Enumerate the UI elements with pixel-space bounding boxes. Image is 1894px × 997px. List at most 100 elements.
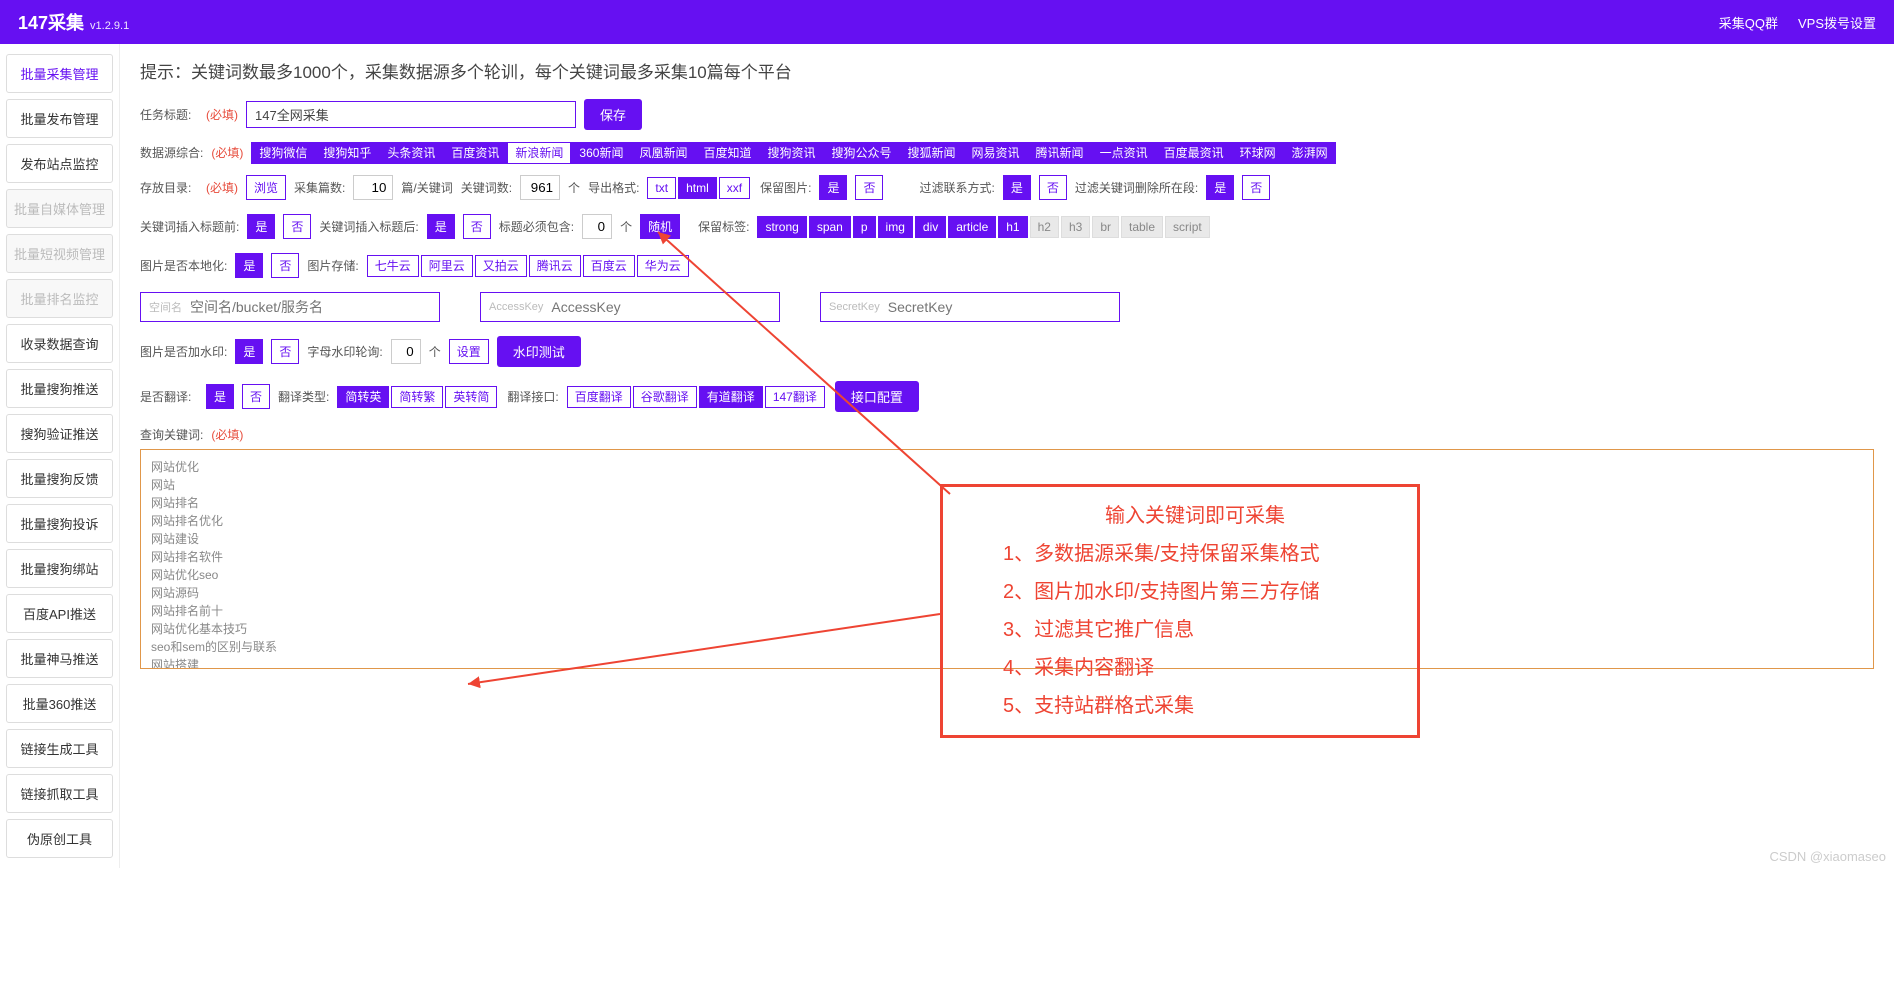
source-tag-2[interactable]: 头条资讯 [379,142,443,164]
source-tag-7[interactable]: 百度知道 [695,142,759,164]
cloud-store-3[interactable]: 腾讯云 [529,255,581,277]
kwcnt-input[interactable] [520,175,560,200]
trans-type-2[interactable]: 英转简 [445,386,497,408]
keeptag-2[interactable]: p [853,216,876,238]
header-link-vps[interactable]: VPS拨号设置 [1798,13,1876,32]
insert-after-yes[interactable]: 是 [427,214,455,239]
insert-before-no[interactable]: 否 [283,214,311,239]
watermark-yes[interactable]: 是 [235,339,263,364]
cloud-store-5[interactable]: 华为云 [637,255,689,277]
sidebar-item-16[interactable]: 链接抓取工具 [6,774,113,813]
sidebar-item-11[interactable]: 批量搜狗绑站 [6,549,113,588]
imglocal-yes[interactable]: 是 [235,253,263,278]
source-tag-0[interactable]: 搜狗微信 [251,142,315,164]
filterline-yes[interactable]: 是 [1206,175,1234,200]
watermark-test-button[interactable]: 水印测试 [497,336,581,367]
keeptag-5[interactable]: article [948,216,996,238]
sidebar-item-8[interactable]: 搜狗验证推送 [6,414,113,453]
sidebar-item-7[interactable]: 批量搜狗推送 [6,369,113,408]
keepimg-label: 保留图片: [760,179,811,196]
save-button[interactable]: 保存 [584,99,642,130]
source-tag-13[interactable]: 一点资讯 [1092,142,1156,164]
space-input[interactable] [190,299,431,315]
filterline-no[interactable]: 否 [1242,175,1270,200]
filtercontact-no[interactable]: 否 [1039,175,1067,200]
sidebar-item-6[interactable]: 收录数据查询 [6,324,113,363]
sidebar-item-1[interactable]: 批量发布管理 [6,99,113,138]
source-tag-5[interactable]: 360新闻 [571,142,631,164]
must-random[interactable]: 随机 [640,214,680,239]
source-tag-6[interactable]: 凤凰新闻 [631,142,695,164]
keeptag-3[interactable]: img [878,216,913,238]
sidebar-item-9[interactable]: 批量搜狗反馈 [6,459,113,498]
trans-api-2[interactable]: 有道翻译 [699,386,763,408]
sidebar-item-0[interactable]: 批量采集管理 [6,54,113,93]
keeptag-0[interactable]: strong [757,216,806,238]
sidebar-item-4[interactable]: 批量短视频管理 [6,234,113,273]
keeptag-7[interactable]: h2 [1030,216,1059,238]
task-title-input[interactable] [246,101,576,128]
keeptag-4[interactable]: div [915,216,946,238]
trans-api-0[interactable]: 百度翻译 [567,386,631,408]
trans-api-1[interactable]: 谷歌翻译 [633,386,697,408]
keywords-textarea[interactable] [140,449,1874,669]
source-tag-16[interactable]: 澎湃网 [1284,142,1336,164]
insert-after-no[interactable]: 否 [463,214,491,239]
keeptag-9[interactable]: br [1092,216,1119,238]
keepimg-no[interactable]: 否 [855,175,883,200]
sidebar-item-10[interactable]: 批量搜狗投诉 [6,504,113,543]
sk-input[interactable] [888,299,1111,315]
trans-yes[interactable]: 是 [206,384,234,409]
sidebar-item-15[interactable]: 链接生成工具 [6,729,113,768]
trans-no[interactable]: 否 [242,384,270,409]
ak-input-box[interactable]: AccessKey [480,292,780,322]
source-tag-14[interactable]: 百度最资讯 [1156,142,1232,164]
keeptag-6[interactable]: h1 [998,216,1027,238]
source-tag-8[interactable]: 搜狗资讯 [759,142,823,164]
watermark-no[interactable]: 否 [271,339,299,364]
source-tag-10[interactable]: 搜狐新闻 [900,142,964,164]
ak-input[interactable] [551,299,771,315]
keepimg-yes[interactable]: 是 [819,175,847,200]
filtercontact-yes[interactable]: 是 [1003,175,1031,200]
browse-button[interactable]: 浏览 [246,175,286,200]
letter-wm-set[interactable]: 设置 [449,339,489,364]
sidebar-item-17[interactable]: 伪原创工具 [6,819,113,858]
sidebar-item-2[interactable]: 发布站点监控 [6,144,113,183]
keeptag-8[interactable]: h3 [1061,216,1090,238]
keeptag-10[interactable]: table [1121,216,1163,238]
source-tag-4[interactable]: 新浪新闻 [507,142,571,164]
sidebar-item-5[interactable]: 批量排名监控 [6,279,113,318]
trans-type-0[interactable]: 简转英 [337,386,389,408]
fmt-tag-2[interactable]: xxf [719,177,750,199]
must-count-input[interactable] [582,214,612,239]
space-input-box[interactable]: 空间名 [140,292,440,322]
keeptag-1[interactable]: span [809,216,851,238]
header-link-qq[interactable]: 采集QQ群 [1719,13,1778,32]
source-tag-1[interactable]: 搜狗知乎 [315,142,379,164]
fmt-tag-0[interactable]: txt [647,177,676,199]
sidebar-item-12[interactable]: 百度API推送 [6,594,113,633]
imglocal-no[interactable]: 否 [271,253,299,278]
source-tag-15[interactable]: 环球网 [1232,142,1284,164]
source-tag-3[interactable]: 百度资讯 [443,142,507,164]
cloud-store-1[interactable]: 阿里云 [421,255,473,277]
sidebar-item-3[interactable]: 批量自媒体管理 [6,189,113,228]
source-tag-11[interactable]: 网易资讯 [964,142,1028,164]
letter-wm-input[interactable] [391,339,421,364]
source-tag-12[interactable]: 腾讯新闻 [1028,142,1092,164]
api-config-button[interactable]: 接口配置 [835,381,919,412]
source-tag-9[interactable]: 搜狗公众号 [824,142,900,164]
cloud-store-0[interactable]: 七牛云 [367,255,419,277]
sidebar-item-14[interactable]: 批量360推送 [6,684,113,723]
sidebar-item-13[interactable]: 批量神马推送 [6,639,113,678]
fmt-tag-1[interactable]: html [678,177,717,199]
sk-input-box[interactable]: SecretKey [820,292,1120,322]
insert-before-yes[interactable]: 是 [247,214,275,239]
keeptag-11[interactable]: script [1165,216,1210,238]
trans-type-1[interactable]: 简转繁 [391,386,443,408]
cloud-store-2[interactable]: 又拍云 [475,255,527,277]
trans-api-3[interactable]: 147翻译 [765,386,825,408]
count-input[interactable] [353,175,393,200]
cloud-store-4[interactable]: 百度云 [583,255,635,277]
